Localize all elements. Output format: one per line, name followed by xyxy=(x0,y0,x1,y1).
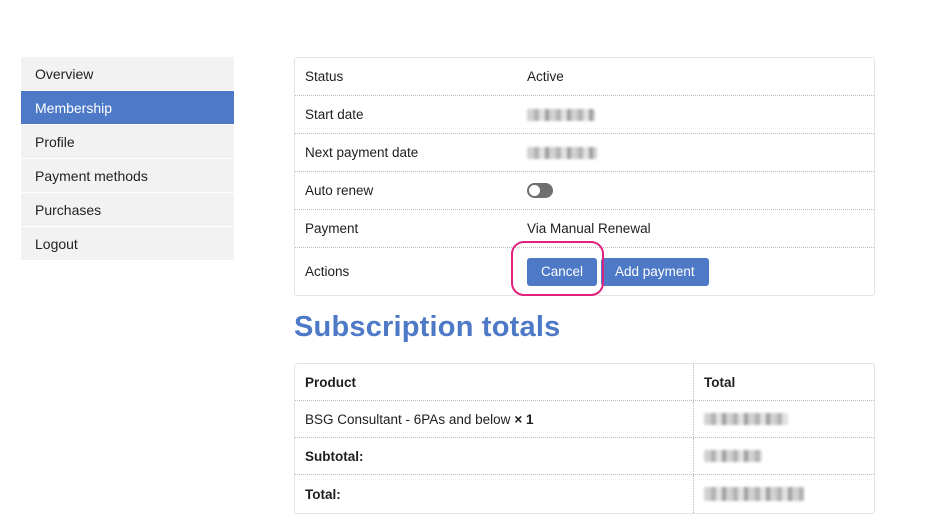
sidebar-item-logout[interactable]: Logout xyxy=(21,227,234,261)
account-sidebar: Overview Membership Profile Payment meth… xyxy=(21,57,234,261)
subscription-details-table: Status Active Start date Next payment da… xyxy=(294,57,875,296)
status-row: Status Active xyxy=(295,58,874,96)
redacted-start-date xyxy=(527,108,595,121)
actions-group: Cancel Add payment xyxy=(511,240,709,296)
actions-value: Cancel Add payment xyxy=(511,240,874,296)
auto-renew-toggle[interactable] xyxy=(527,183,553,198)
start-date-label: Start date xyxy=(305,107,364,122)
redacted-subtotal xyxy=(704,450,762,462)
payment-value: Via Manual Renewal xyxy=(527,221,651,236)
status-label: Status xyxy=(305,69,344,84)
auto-renew-label: Auto renew xyxy=(305,183,374,198)
next-payment-row: Next payment date xyxy=(295,134,874,172)
sidebar-item-purchases[interactable]: Purchases xyxy=(21,193,234,227)
subtotal-value xyxy=(694,450,874,462)
sidebar-item-overview[interactable]: Overview xyxy=(21,57,234,91)
payment-label: Payment xyxy=(305,221,359,236)
next-payment-label: Next payment date xyxy=(305,145,419,160)
product-name: BSG Consultant - 6PAs and below xyxy=(305,411,511,427)
subscription-totals-title: Subscription totals xyxy=(294,311,561,343)
product-total xyxy=(694,413,874,425)
payment-row: Payment Via Manual Renewal xyxy=(295,210,874,248)
subtotal-row: Subtotal: xyxy=(295,438,874,475)
product-quantity: × 1 xyxy=(514,411,534,427)
toggle-knob xyxy=(529,185,540,196)
product-column-header: Product xyxy=(295,364,694,400)
next-payment-value xyxy=(527,146,874,159)
product-row: BSG Consultant - 6PAs and below × 1 xyxy=(295,401,874,438)
add-payment-button[interactable]: Add payment xyxy=(601,257,709,286)
total-column-header: Total xyxy=(704,374,736,390)
sidebar-item-membership[interactable]: Membership xyxy=(21,91,234,125)
subtotal-label: Subtotal: xyxy=(295,438,694,474)
totals-header-row: Product Total xyxy=(295,364,874,401)
redacted-next-payment-date xyxy=(527,146,597,159)
actions-row: Actions Cancel Add payment xyxy=(295,240,874,296)
redacted-total xyxy=(704,487,804,501)
sidebar-item-profile[interactable]: Profile xyxy=(21,125,234,159)
redacted-product-total xyxy=(704,413,788,425)
total-row: Total: xyxy=(295,475,874,513)
subscription-totals-table: Product Total BSG Consultant - 6PAs and … xyxy=(294,363,875,514)
cancel-button[interactable]: Cancel xyxy=(527,257,598,286)
start-date-value xyxy=(527,108,874,121)
actions-label: Actions xyxy=(305,264,350,279)
start-date-row: Start date xyxy=(295,96,874,134)
auto-renew-value xyxy=(527,183,874,198)
total-value xyxy=(694,487,874,501)
status-value: Active xyxy=(527,69,564,84)
total-label: Total: xyxy=(295,475,694,513)
product-cell: BSG Consultant - 6PAs and below × 1 xyxy=(295,401,694,437)
sidebar-item-payment-methods[interactable]: Payment methods xyxy=(21,159,234,193)
auto-renew-row: Auto renew xyxy=(295,172,874,210)
